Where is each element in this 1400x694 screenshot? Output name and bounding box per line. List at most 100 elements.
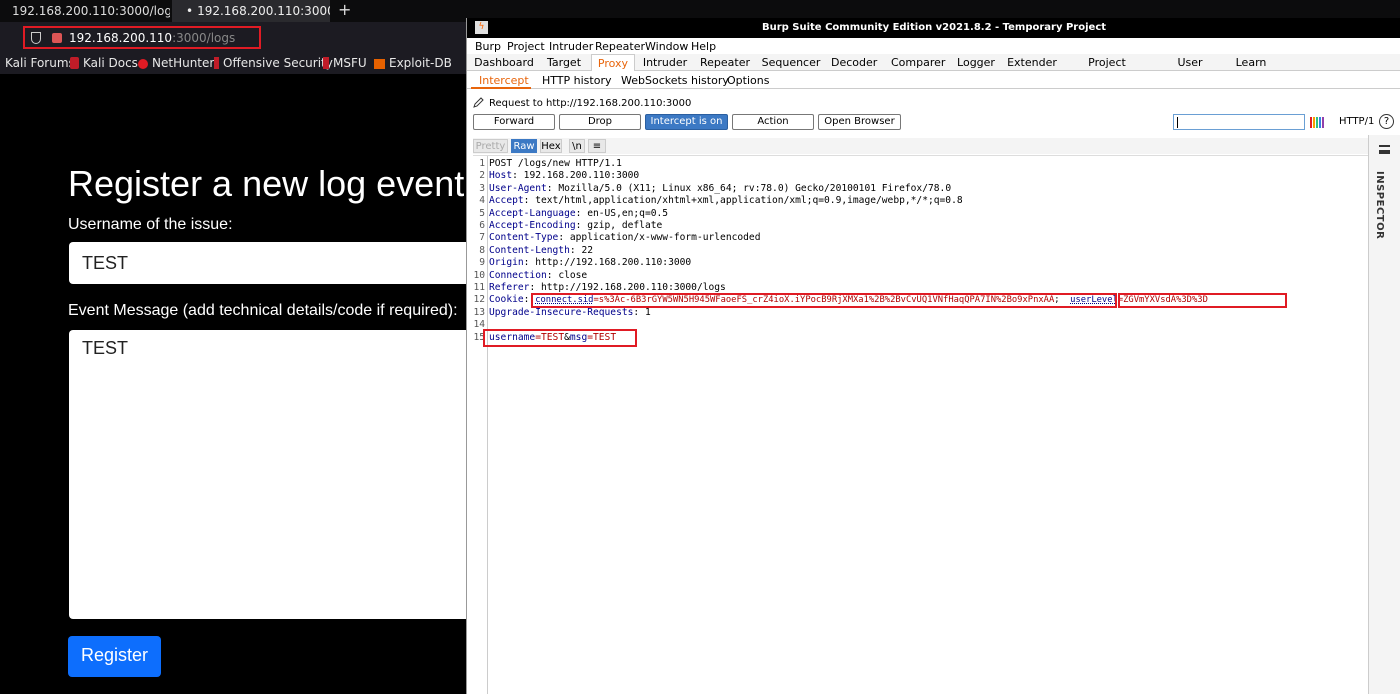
header-name: User-Agent bbox=[489, 182, 547, 194]
page-heading: Register a new log event bbox=[68, 163, 465, 204]
header-value: application/x-www-form-urlencoded bbox=[569, 232, 761, 244]
tab-label: 192.168.200.110:3000/logs/ bbox=[12, 4, 170, 18]
hex-button[interactable]: Hex bbox=[540, 139, 562, 153]
bookmark-exploit-db[interactable]: Exploit-DB bbox=[374, 56, 452, 70]
shield-icon bbox=[31, 32, 41, 44]
menu-burp[interactable]: Burp bbox=[475, 40, 501, 53]
action-button[interactable]: Action bbox=[732, 114, 814, 130]
bookmark-nethunter[interactable]: NetHunter bbox=[138, 56, 214, 70]
menu-project[interactable]: Project bbox=[507, 40, 545, 53]
bookmark-offensive-security[interactable]: Offensive Security bbox=[214, 56, 333, 70]
bookmark-kali-forums[interactable]: Kali Forums bbox=[5, 56, 75, 70]
header-value: http://192.168.200.110:3000 bbox=[535, 257, 692, 269]
bookmark-label: Kali Docs bbox=[83, 56, 138, 70]
subtab-intercept[interactable]: Intercept bbox=[479, 74, 529, 87]
tab-decoder[interactable]: Decoder bbox=[831, 54, 877, 71]
raw-button[interactable]: Raw bbox=[511, 139, 537, 153]
header-line: 7 Content-Type: application/x-www-form-ur… bbox=[479, 232, 761, 244]
header-value: en-US,en;q=0.5 bbox=[587, 207, 669, 219]
header-line: 10 Connection: close bbox=[473, 269, 588, 281]
bookmarks-bar: Kali Forums Kali Docs NetHunter Offensiv… bbox=[0, 52, 470, 74]
request-target-text: Request to http://192.168.200.110:3000 bbox=[489, 98, 692, 109]
header-line: 5 Accept-Language: en-US,en;q=0.5 bbox=[479, 207, 669, 219]
bookmark-label: Offensive Security bbox=[223, 56, 333, 70]
web-page: Register a new log event Username of the… bbox=[0, 74, 470, 694]
tab-target[interactable]: Target bbox=[539, 54, 589, 71]
bookmark-kali-docs[interactable]: Kali Docs bbox=[70, 56, 138, 70]
address-bar[interactable]: 192.168.200.110:3000/logs bbox=[23, 26, 261, 49]
request-line: 1 POST /logs/new HTTP/1.1 bbox=[479, 158, 622, 169]
insecure-lock-icon bbox=[52, 33, 62, 43]
menu-window[interactable]: Window bbox=[645, 40, 688, 53]
header-name: Connection bbox=[489, 269, 547, 281]
request-editor[interactable]: 1 POST /logs/new HTTP/1.1 2 Host: 192.168.… bbox=[473, 155, 1369, 694]
username-input[interactable]: TEST bbox=[69, 242, 469, 284]
message-editor-toolbar: Pretty Raw Hex \n ≡ bbox=[473, 138, 1369, 154]
forward-button[interactable]: Forward bbox=[473, 114, 555, 130]
menu-intruder[interactable]: Intruder bbox=[549, 40, 593, 53]
subtab-options[interactable]: Options bbox=[727, 74, 769, 87]
menu-help[interactable]: Help bbox=[691, 40, 716, 53]
newline-toggle-button[interactable]: \n bbox=[569, 139, 585, 153]
tab-user-options[interactable]: User options bbox=[1157, 54, 1223, 82]
subtab-http-history[interactable]: HTTP history bbox=[542, 74, 611, 87]
burp-main-tabs: Dashboard Target Proxy Intruder Repeater… bbox=[467, 54, 1400, 82]
header-line: 6 Accept-Encoding: gzip, deflate bbox=[479, 220, 663, 231]
tab-label: 192.168.200.110:3000/a bbox=[197, 4, 330, 18]
register-button[interactable]: Register bbox=[68, 636, 161, 677]
intercept-toggle-button[interactable]: Intercept is on bbox=[645, 114, 728, 130]
tab-intruder[interactable]: Intruder bbox=[639, 54, 691, 71]
header-name: Accept-Language bbox=[489, 207, 576, 219]
subtab-websockets-history[interactable]: WebSockets history bbox=[621, 74, 729, 87]
menu-repeater[interactable]: Repeater bbox=[595, 40, 645, 53]
inspector-panel[interactable]: INSPECTOR bbox=[1368, 135, 1400, 694]
tab-repeater[interactable]: Repeater bbox=[699, 54, 751, 71]
tab-comparer[interactable]: Comparer bbox=[891, 54, 945, 71]
highlight-color-icon[interactable] bbox=[1309, 115, 1325, 129]
highlight-sid-box bbox=[531, 293, 1117, 308]
exploit-db-icon bbox=[374, 59, 385, 69]
header-name: Host bbox=[489, 170, 513, 182]
pencil-icon bbox=[473, 97, 484, 108]
open-browser-button[interactable]: Open Browser bbox=[818, 114, 901, 130]
header-name: Accept-Encoding bbox=[489, 220, 576, 231]
pretty-button[interactable]: Pretty bbox=[473, 139, 508, 153]
header-value: 192.168.200.110:3000 bbox=[523, 170, 640, 182]
text-caret bbox=[1177, 117, 1178, 128]
new-tab-button[interactable]: + bbox=[338, 0, 351, 19]
editor-menu-icon[interactable]: ≡ bbox=[588, 139, 606, 153]
header-line: 9 Origin: http://192.168.200.110:3000 bbox=[479, 257, 692, 269]
tab-sequencer[interactable]: Sequencer bbox=[761, 54, 821, 71]
tab-proxy[interactable]: Proxy bbox=[591, 54, 635, 71]
tab-extender[interactable]: Extender bbox=[1007, 54, 1057, 71]
burp-titlebar: ϟ Burp Suite Community Edition v2021.8.2… bbox=[467, 18, 1400, 38]
header-line: 3 User-Agent: Mozilla/5.0 (X11; Linux x86… bbox=[479, 182, 952, 194]
header-name: Accept bbox=[489, 195, 524, 207]
header-value: text/html,application/xhtml+xml,applicat… bbox=[535, 195, 963, 207]
nethunter-icon bbox=[138, 59, 148, 69]
request-line-text: POST /logs/new HTTP/1.1 bbox=[489, 158, 622, 169]
kali-docs-icon bbox=[70, 57, 79, 69]
http-version-label[interactable]: HTTP/1 bbox=[1339, 116, 1374, 127]
header-value: Mozilla/5.0 (X11; Linux x86_64; rv:78.0)… bbox=[558, 182, 952, 194]
highlight-userlevel-box bbox=[1118, 293, 1287, 308]
inspector-label: INSPECTOR bbox=[1374, 171, 1385, 240]
tab-project-options[interactable]: Project options bbox=[1069, 54, 1145, 82]
help-icon[interactable]: ? bbox=[1379, 114, 1394, 129]
bookmark-msfu[interactable]: MSFU bbox=[323, 56, 367, 70]
burp-title: Burp Suite Community Edition v2021.8.2 -… bbox=[761, 22, 1107, 33]
drop-button[interactable]: Drop bbox=[559, 114, 641, 130]
search-input[interactable] bbox=[1173, 114, 1305, 130]
offsec-icon bbox=[214, 57, 219, 69]
header-name: Referer bbox=[489, 282, 530, 293]
inspector-menu-icon[interactable] bbox=[1379, 145, 1390, 154]
header-value: http://192.168.200.110:3000/logs bbox=[541, 282, 726, 293]
tab-dashboard[interactable]: Dashboard bbox=[473, 54, 535, 71]
dot-icon: • bbox=[186, 4, 194, 18]
tab-learn[interactable]: Learn bbox=[1233, 54, 1269, 71]
header-value: 1 bbox=[644, 306, 651, 318]
tab-logger[interactable]: Logger bbox=[955, 54, 997, 71]
browser-tab-1[interactable]: 192.168.200.110:3000/logs/ bbox=[0, 0, 170, 22]
message-textarea[interactable]: TEST bbox=[69, 330, 469, 619]
browser-tab-2[interactable]: •192.168.200.110:3000/a bbox=[172, 0, 330, 22]
